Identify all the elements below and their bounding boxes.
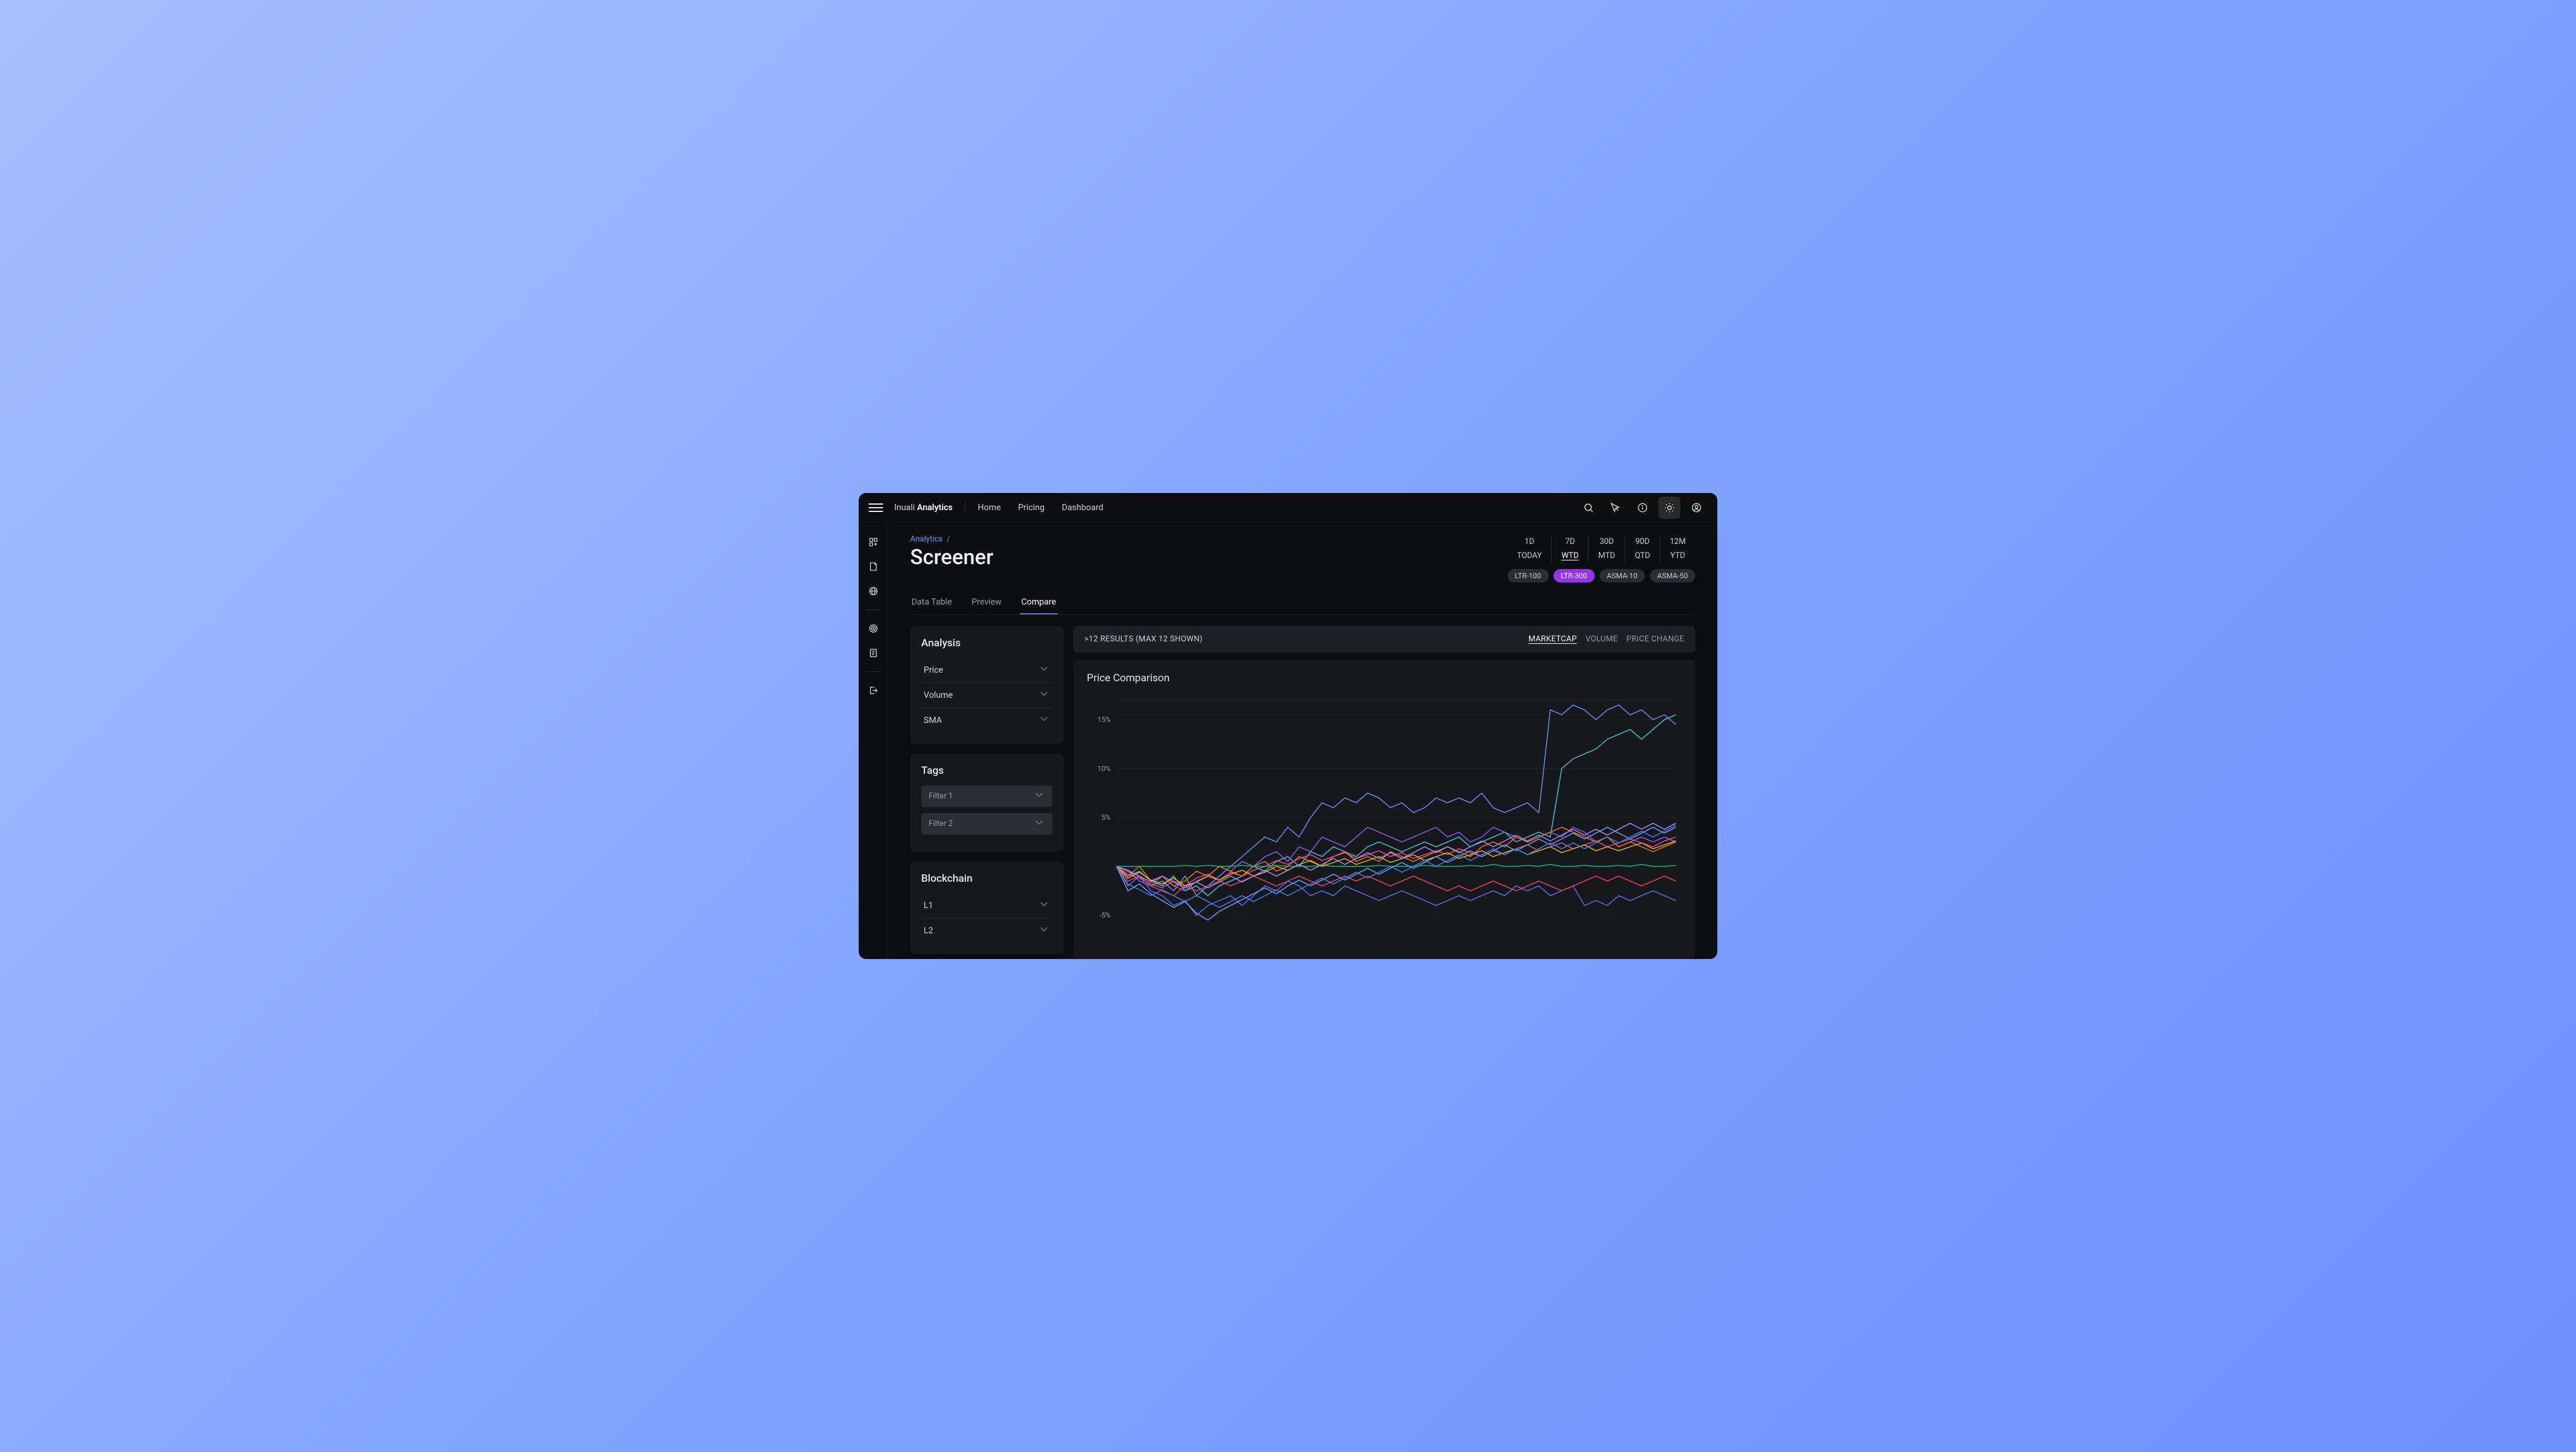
series-s10 bbox=[1117, 827, 1676, 920]
chart-title: Price Comparison bbox=[1087, 672, 1682, 684]
svg-text:10%: 10% bbox=[1097, 764, 1111, 773]
chevron-down-icon bbox=[1041, 716, 1050, 725]
chevron-down-icon bbox=[1041, 691, 1050, 700]
nav-home[interactable]: Home bbox=[978, 503, 1001, 513]
analysis-title: Analysis bbox=[921, 637, 1052, 649]
chip-ltr-100[interactable]: LTR-100 bbox=[1508, 569, 1549, 583]
svg-text:-5%: -5% bbox=[1100, 911, 1111, 920]
chevron-down-icon bbox=[1037, 820, 1045, 828]
blockchain-l2[interactable]: L2 bbox=[921, 919, 1052, 943]
page-title: Screener bbox=[910, 545, 994, 570]
range-selector: 1D7D30D90D12M TODAYWTDMTDQTDYTD bbox=[1508, 535, 1695, 563]
nav-pricing[interactable]: Pricing bbox=[1018, 503, 1045, 513]
series-s1 bbox=[1117, 705, 1676, 896]
range-qtd[interactable]: QTD bbox=[1625, 549, 1660, 563]
tab-data-table[interactable]: Data Table bbox=[910, 591, 953, 614]
tab-preview[interactable]: Preview bbox=[970, 591, 1003, 614]
svg-text:5%: 5% bbox=[1102, 813, 1111, 822]
range-mtd[interactable]: MTD bbox=[1588, 549, 1625, 563]
series-s6 bbox=[1117, 866, 1676, 896]
rail-doc-icon[interactable] bbox=[864, 643, 883, 663]
analysis-sma[interactable]: SMA bbox=[921, 708, 1052, 733]
analysis-price[interactable]: Price bbox=[921, 658, 1052, 683]
results-bar: >12 RESULTS (MAX 12 SHOWN) MARKETCAP VOLU… bbox=[1073, 626, 1695, 652]
results-count: >12 RESULTS (MAX 12 SHOWN) bbox=[1084, 635, 1203, 644]
metric-volume[interactable]: VOLUME bbox=[1585, 635, 1618, 644]
nav-dashboard[interactable]: Dashboard bbox=[1062, 503, 1103, 513]
blockchain-title: Blockchain bbox=[921, 873, 1052, 885]
analysis-panel: Analysis PriceVolumeSMA bbox=[910, 626, 1064, 744]
filter-select[interactable]: Filter 1 bbox=[921, 785, 1052, 807]
series-s3 bbox=[1117, 866, 1676, 915]
rail-widget-icon[interactable] bbox=[864, 532, 883, 552]
metric-price-change[interactable]: PRICE CHANGE bbox=[1627, 635, 1684, 644]
range-12m[interactable]: 12M bbox=[1660, 535, 1695, 549]
chevron-down-icon bbox=[1041, 927, 1050, 935]
rail-target-icon[interactable] bbox=[864, 619, 883, 638]
search-icon[interactable] bbox=[1577, 497, 1600, 519]
tags-title: Tags bbox=[921, 765, 1052, 777]
breadcrumb-link[interactable]: Analytics bbox=[910, 535, 943, 544]
cursor-icon[interactable] bbox=[1604, 497, 1627, 519]
range-today[interactable]: TODAY bbox=[1508, 549, 1552, 563]
chip-ltr-300[interactable]: LTR-300 bbox=[1554, 569, 1595, 583]
range-90d[interactable]: 90D bbox=[1625, 535, 1660, 549]
rail-separator bbox=[866, 609, 881, 610]
tabs: Data Table Preview Compare bbox=[910, 591, 1695, 615]
rail-globe-icon[interactable] bbox=[864, 581, 883, 601]
chevron-down-icon bbox=[1041, 666, 1050, 674]
chip-row: LTR-100 LTR-300 ASMA-10 ASMA-50 bbox=[1508, 569, 1695, 583]
range-ytd[interactable]: YTD bbox=[1660, 549, 1695, 563]
range-wtd[interactable]: WTD bbox=[1551, 549, 1588, 563]
chart-area: 15%10%5%-5%-10% bbox=[1087, 694, 1682, 959]
series-s4 bbox=[1117, 827, 1676, 891]
menu-button[interactable] bbox=[868, 500, 883, 515]
range-30d[interactable]: 30D bbox=[1588, 535, 1625, 549]
app-window: Inuali Analytics Home Pricing Dashboard bbox=[859, 493, 1717, 959]
rail-logout-icon[interactable] bbox=[864, 681, 883, 700]
tab-compare[interactable]: Compare bbox=[1020, 591, 1057, 614]
range-1d[interactable]: 1D bbox=[1508, 535, 1552, 549]
theme-icon[interactable] bbox=[1658, 497, 1681, 519]
filter-sidebar: Analysis PriceVolumeSMA Tags Filter 1 Fil… bbox=[910, 626, 1064, 959]
svg-text:15%: 15% bbox=[1097, 716, 1111, 724]
chip-asma-50[interactable]: ASMA-50 bbox=[1650, 569, 1695, 583]
filter-select[interactable]: Filter 2 bbox=[921, 813, 1052, 835]
metric-marketcap[interactable]: MARKETCAP bbox=[1528, 635, 1577, 644]
blockchain-panel: Blockchain L1L2 bbox=[910, 862, 1064, 954]
info-icon[interactable] bbox=[1631, 497, 1654, 519]
chip-asma-10[interactable]: ASMA-10 bbox=[1600, 569, 1645, 583]
topbar: Inuali Analytics Home Pricing Dashboard bbox=[859, 493, 1717, 522]
brand: Inuali Analytics bbox=[894, 503, 953, 513]
rail-separator bbox=[866, 671, 881, 672]
left-rail bbox=[859, 522, 888, 959]
range-7d[interactable]: 7D bbox=[1551, 535, 1588, 549]
blockchain-l1[interactable]: L1 bbox=[921, 893, 1052, 919]
breadcrumb: Analytics / bbox=[910, 535, 994, 544]
analysis-volume[interactable]: Volume bbox=[921, 683, 1052, 708]
chevron-down-icon bbox=[1037, 792, 1045, 801]
chevron-down-icon bbox=[1041, 901, 1050, 910]
chart-panel: Price Comparison 15%10%5%-5%-10% bbox=[1073, 660, 1695, 959]
nav-links: Home Pricing Dashboard bbox=[978, 503, 1103, 513]
tags-panel: Tags Filter 1 Filter 2 bbox=[910, 754, 1064, 852]
user-icon[interactable] bbox=[1685, 497, 1708, 519]
rail-note-icon[interactable] bbox=[864, 557, 883, 576]
